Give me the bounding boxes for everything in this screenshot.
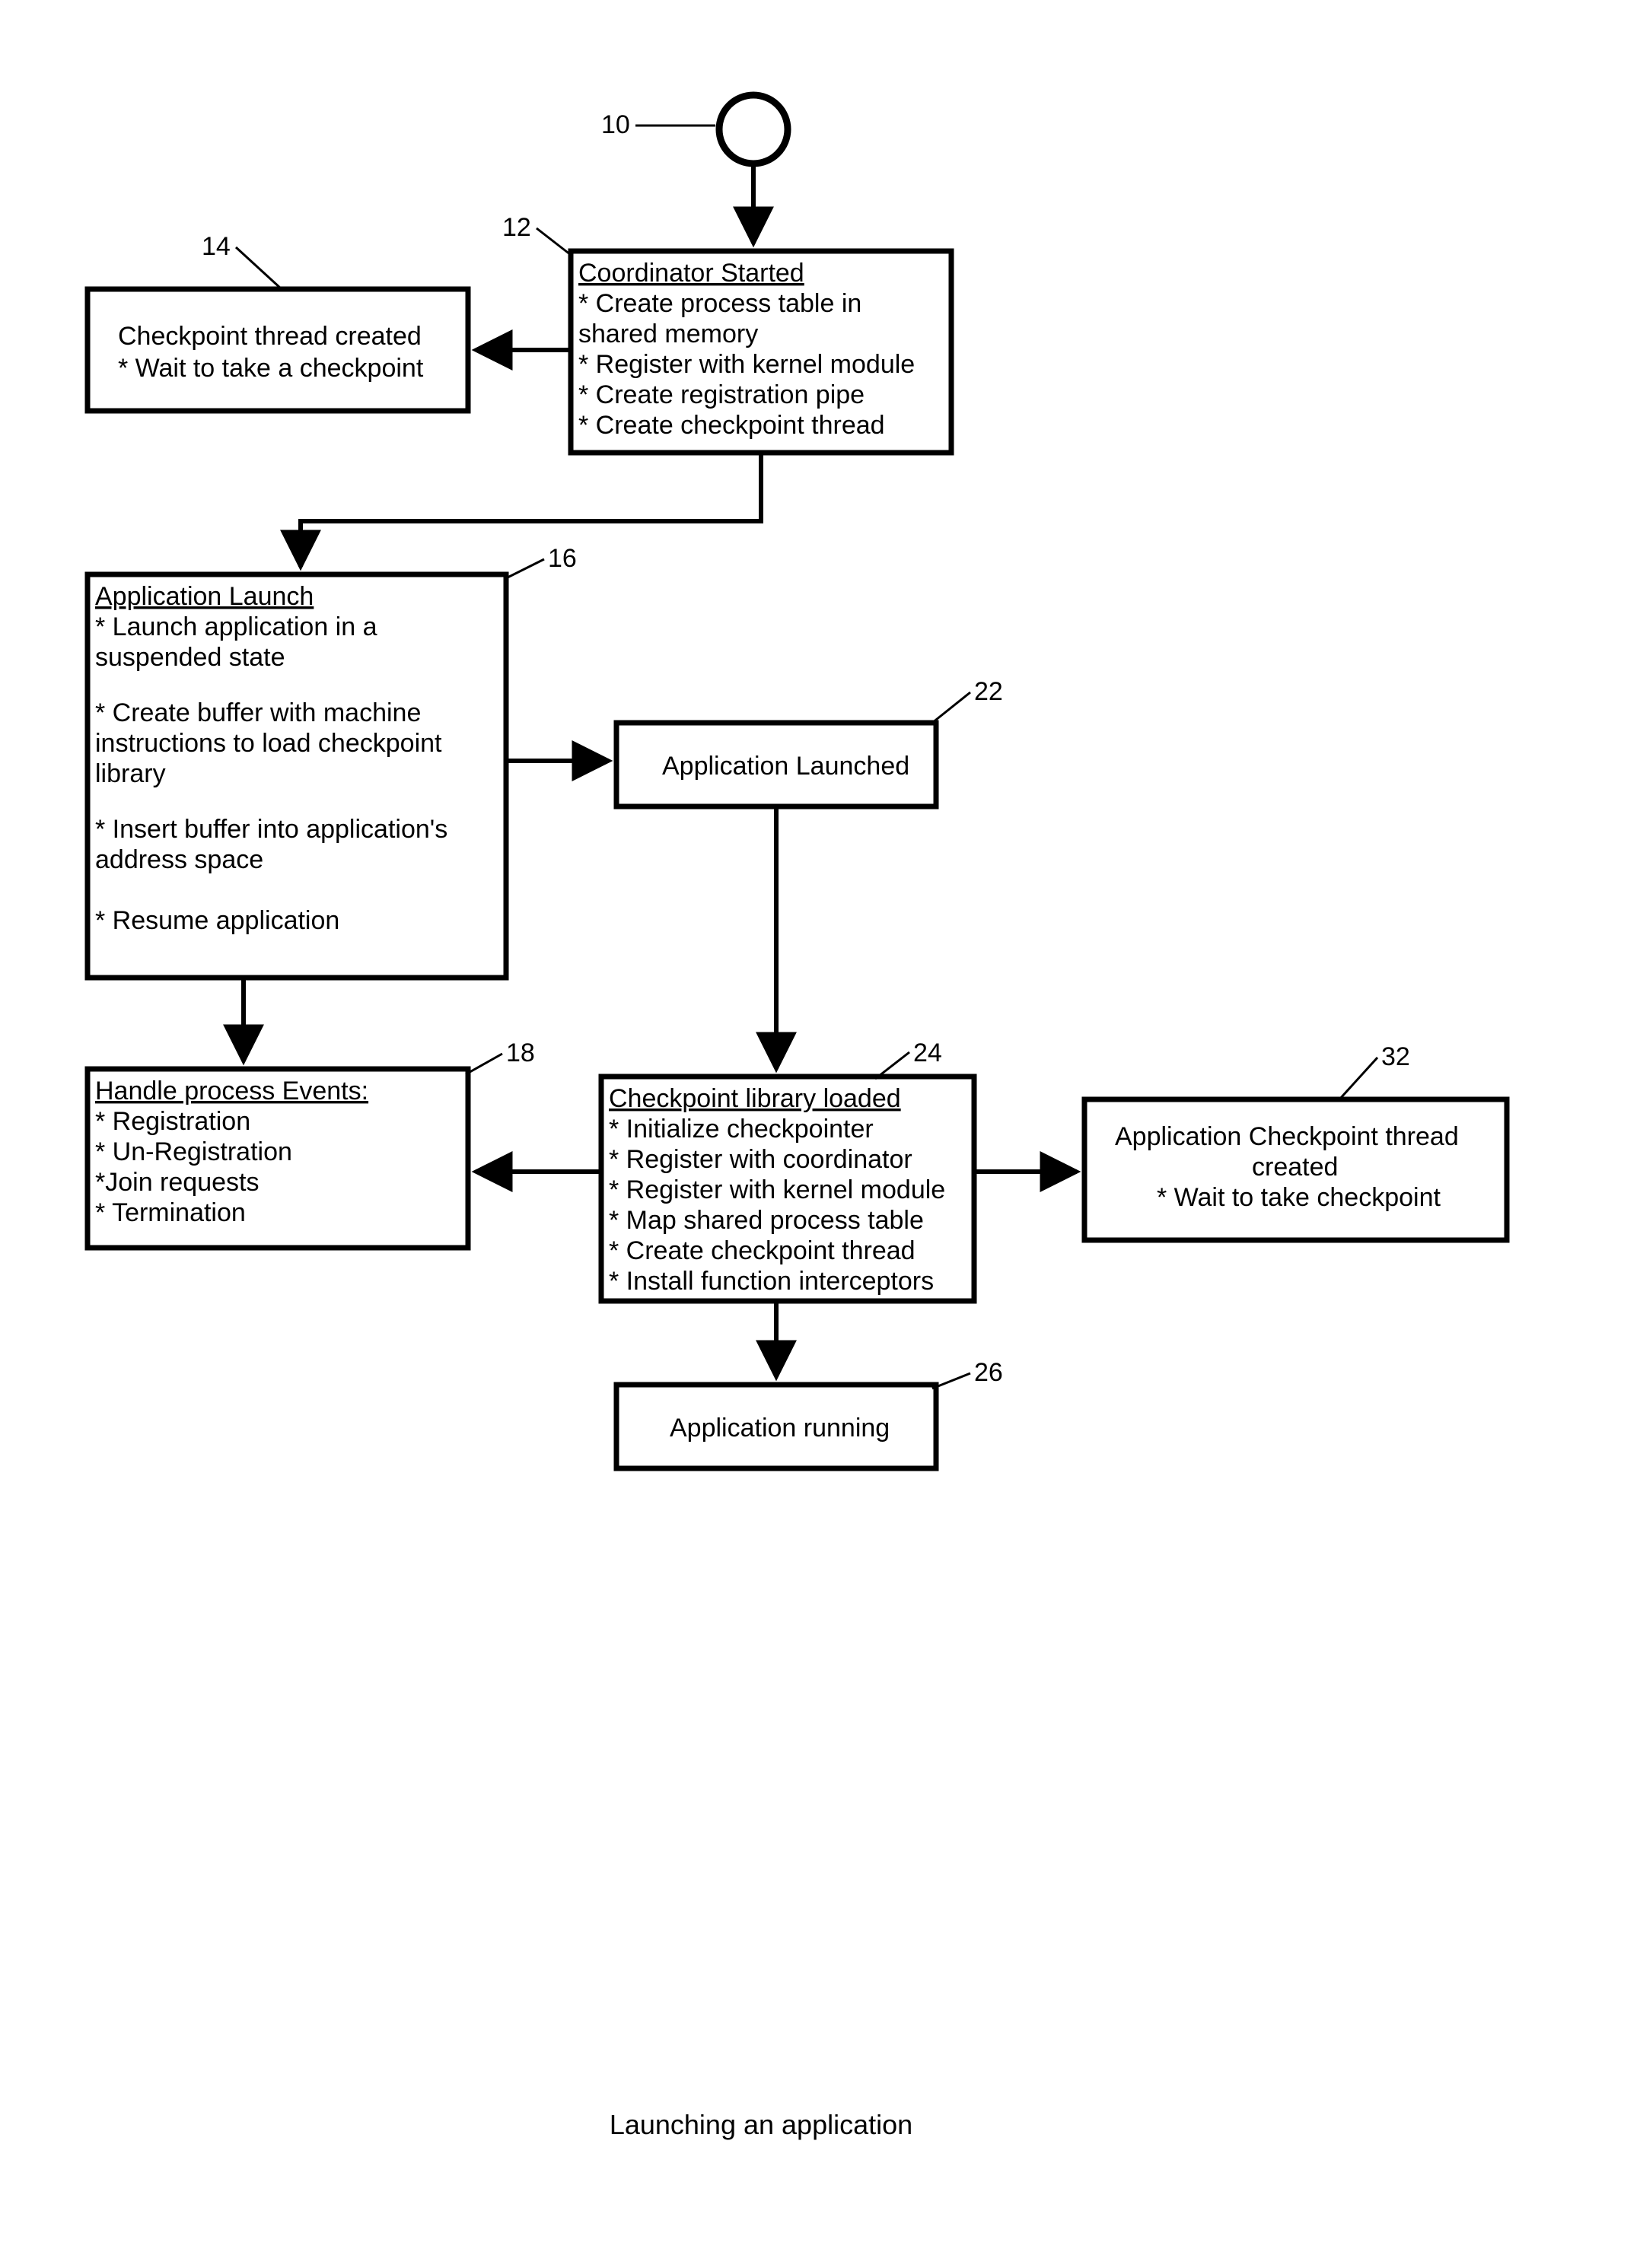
box-14-line1: * Wait to take a checkpoint — [118, 354, 424, 383]
box-32-line0: Application Checkpoint thread — [1115, 1122, 1459, 1151]
box-14-line0: Checkpoint thread created — [118, 322, 422, 351]
ref-14: 14 — [202, 232, 231, 261]
ref-24: 24 — [913, 1039, 942, 1067]
box-16-line10: * Resume application — [95, 906, 339, 935]
box-24-title: Checkpoint library loaded — [609, 1084, 901, 1113]
box-16-title: Application Launch — [95, 582, 314, 611]
box-12-line3: * Create registration pipe — [578, 380, 865, 409]
start-node — [719, 95, 788, 164]
box-16-line3: * Create buffer with machine — [95, 698, 421, 727]
box-12-line4: * Create checkpoint thread — [578, 411, 885, 440]
ref-12: 12 — [502, 213, 531, 242]
leader-32 — [1339, 1058, 1377, 1099]
ref-18: 18 — [506, 1039, 535, 1067]
box-16-line7: * Insert buffer into application's — [95, 815, 447, 844]
box-12-line0: * Create process table in — [578, 289, 861, 318]
leader-22 — [932, 692, 970, 723]
box-24-line4: * Create checkpoint thread — [609, 1236, 916, 1265]
box-18-line0: * Registration — [95, 1107, 250, 1136]
box-12-title: Coordinator Started — [578, 259, 804, 288]
box-24-line2: * Register with kernel module — [609, 1175, 945, 1204]
box-16-line4: instructions to load checkpoint — [95, 729, 442, 758]
ref-10: 10 — [601, 110, 630, 139]
ref-16: 16 — [548, 544, 577, 573]
leader-16 — [506, 559, 544, 578]
caption: Launching an application — [610, 2109, 912, 2140]
arrow-12-to-16 — [301, 453, 761, 567]
box-18-title: Handle process Events: — [95, 1077, 368, 1105]
ref-22: 22 — [974, 677, 1003, 706]
box-32-line2: * Wait to take checkpoint — [1157, 1183, 1441, 1212]
box-16-line5: library — [95, 759, 166, 788]
box-18-line2: *Join requests — [95, 1168, 259, 1197]
box-16-line1: suspended state — [95, 643, 285, 672]
leader-18 — [466, 1054, 502, 1074]
box-18-line1: * Un-Registration — [95, 1137, 292, 1166]
box-12-line1: shared memory — [578, 320, 758, 348]
box-32-line1: created — [1252, 1153, 1338, 1182]
box-18-line3: * Termination — [95, 1198, 246, 1227]
box-24-line5: * Install function interceptors — [609, 1267, 934, 1296]
box-16-line0: * Launch application in a — [95, 612, 377, 641]
box-24-line1: * Register with coordinator — [609, 1145, 912, 1174]
box-12-line2: * Register with kernel module — [578, 350, 915, 379]
box-24-line3: * Map shared process table — [609, 1206, 924, 1235]
ref-26: 26 — [974, 1358, 1003, 1387]
leader-12 — [537, 228, 571, 255]
leader-14 — [236, 247, 282, 289]
box-22-line0: Application Launched — [662, 752, 909, 781]
ref-32: 32 — [1381, 1042, 1410, 1071]
box-26-line0: Application running — [670, 1414, 890, 1443]
box-16-line8: address space — [95, 845, 263, 874]
box-24-line0: * Initialize checkpointer — [609, 1115, 874, 1144]
leader-26 — [932, 1373, 970, 1388]
